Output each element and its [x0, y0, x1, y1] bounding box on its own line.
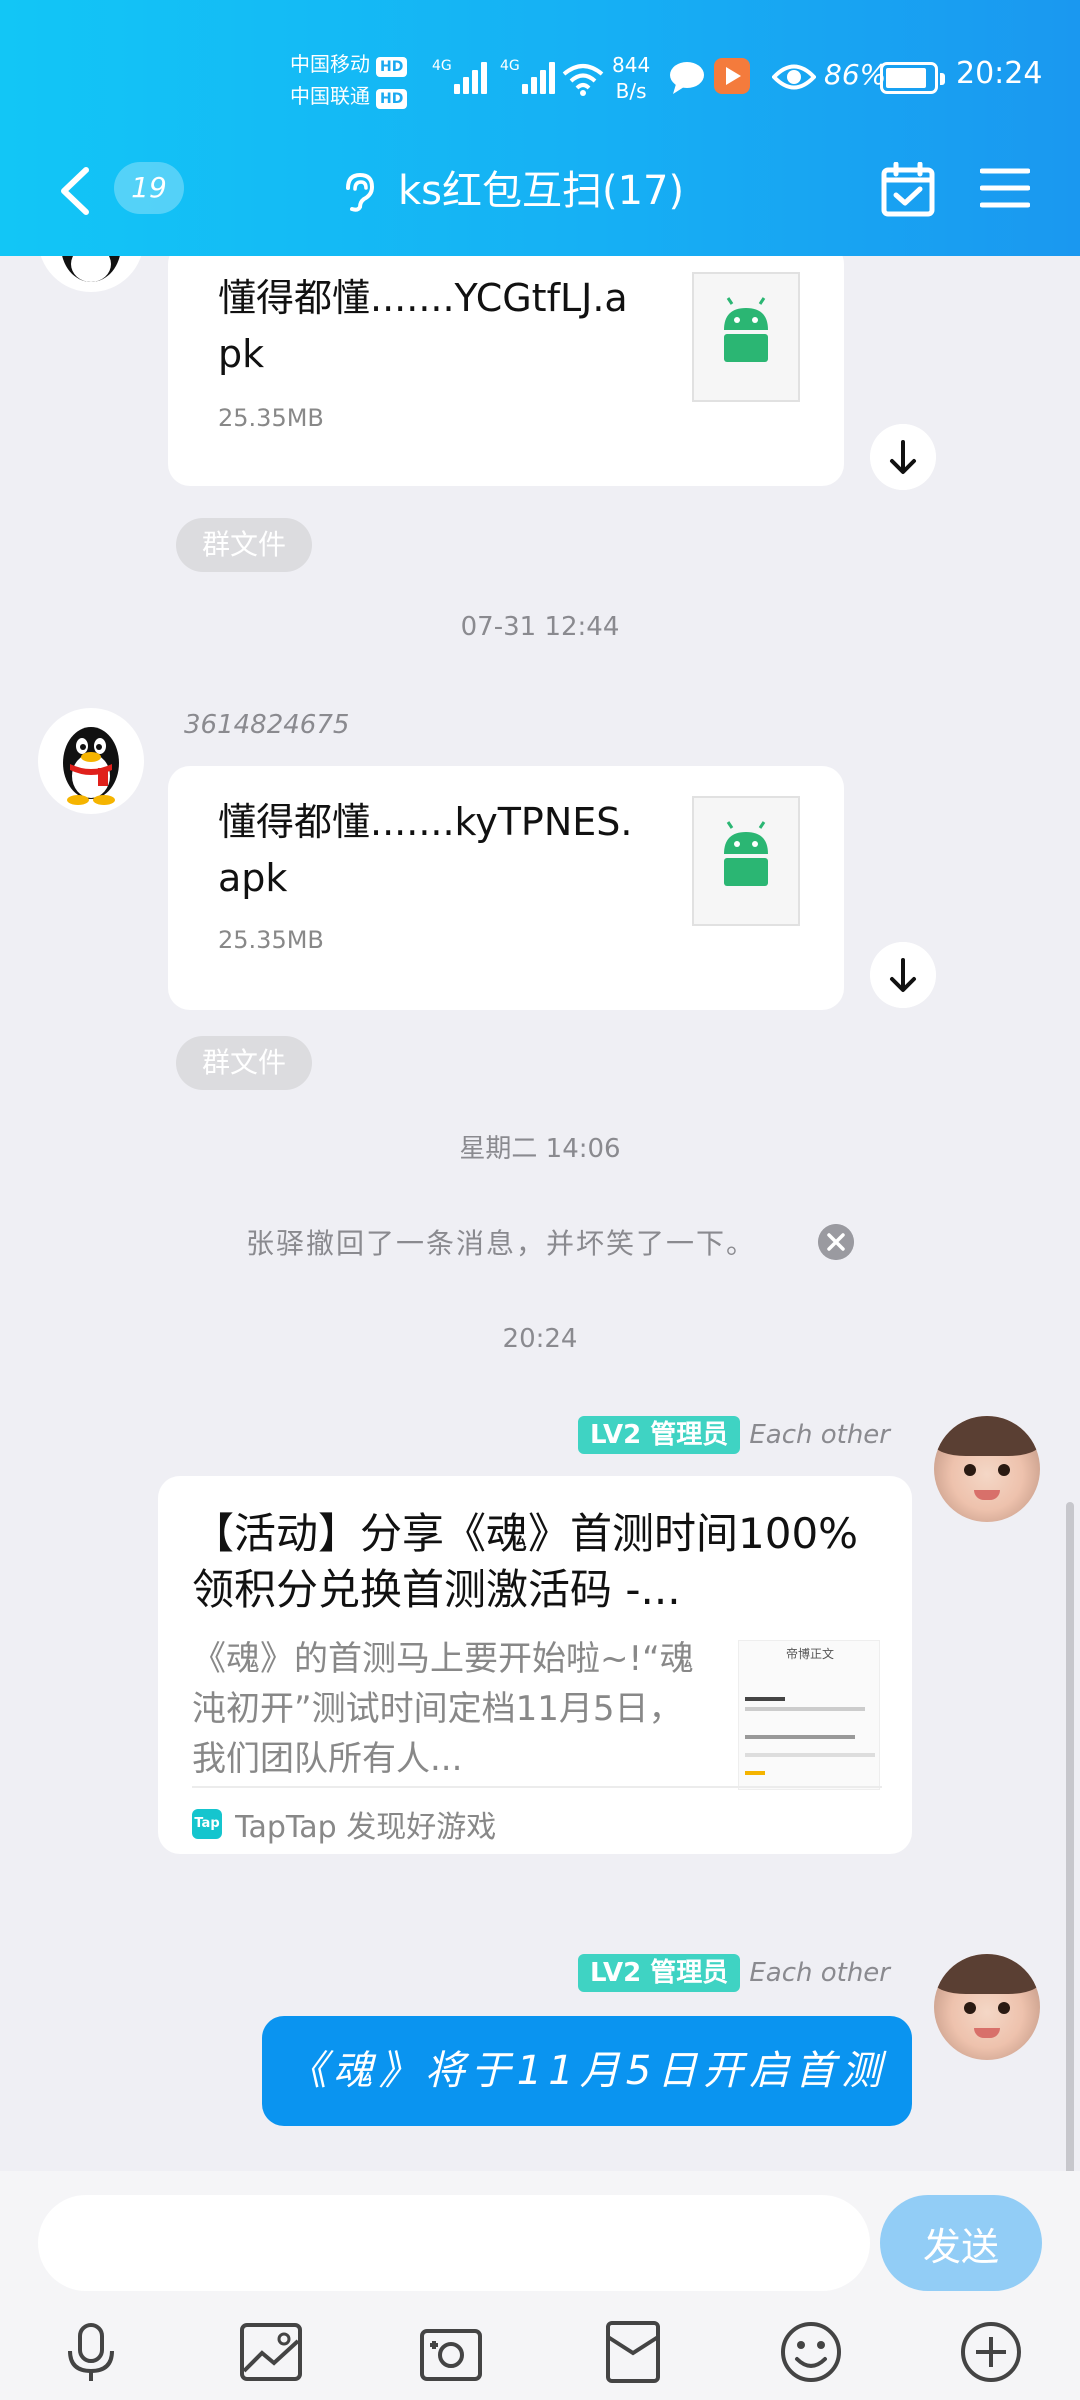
input-area: 发送: [0, 2171, 1080, 2400]
penguin-avatar-icon: [62, 256, 120, 282]
status-bar: 中国移动 HD 中国联通 HD 4G 4G 844 B/s 86% 20:24: [0, 40, 1080, 120]
camera-icon[interactable]: [418, 2319, 484, 2385]
timestamp: 星期二 14:06: [459, 1134, 621, 1164]
penguin-avatar-icon: [63, 727, 119, 805]
red-packet-icon[interactable]: [600, 2319, 666, 2385]
file-size: 25.35MB: [218, 404, 324, 432]
group-file-tag[interactable]: 群文件: [176, 1036, 312, 1090]
net-speed-unit: B/s: [615, 79, 647, 103]
scrollbar[interactable]: [1066, 1502, 1074, 2171]
message-icon: [670, 62, 704, 94]
system-message: 张驿撤回了一条消息，并坏笑了一下。: [246, 1227, 757, 1260]
file-name: 懂得都懂.......YCGtfLJ.apk: [218, 276, 628, 376]
text-message-bubble[interactable]: 《魂》将于11月5日开启首测: [262, 2016, 912, 2126]
calendar-check-icon[interactable]: [880, 162, 936, 218]
group-file-tag[interactable]: 群文件: [176, 518, 312, 572]
sender-name[interactable]: 3614824675: [184, 710, 349, 740]
link-description: 《魂》的首测马上要开始啦~!“魂沌初开”测试时间定档11月5日，我们团队所有人.…: [192, 1639, 694, 1779]
carrier-2: 中国联通: [290, 84, 370, 108]
sender-info[interactable]: LV2 管理员 Each other: [577, 1954, 890, 1994]
timestamp: 20:24: [502, 1324, 578, 1354]
avatar[interactable]: [38, 708, 144, 814]
image-icon[interactable]: [238, 2319, 304, 2385]
close-icon[interactable]: [818, 1224, 854, 1260]
download-icon[interactable]: [870, 942, 936, 1008]
carrier-info: 中国移动 HD 中国联通 HD: [290, 48, 408, 112]
taptap-logo-icon: Tap: [192, 1809, 222, 1839]
ear-icon: [346, 172, 375, 212]
avatar[interactable]: [934, 1416, 1040, 1522]
network-type-1: 4G: [432, 58, 452, 74]
avatar[interactable]: [38, 256, 144, 292]
battery-icon: [880, 62, 945, 94]
chat-area[interactable]: 懂得都懂.......YCGtfLJ.apk 25.35MB 群文件 07-31…: [0, 256, 1080, 2171]
wifi-icon: [562, 64, 604, 96]
file-size: 25.35MB: [218, 926, 324, 954]
signal-icon: [452, 60, 492, 94]
emoji-icon[interactable]: [778, 2319, 844, 2385]
link-title: 【活动】分享《魂》首测时间100%领积分兑换首测激活码 -...: [192, 1509, 859, 1614]
nav-bar: 19 ks红包互扫(17): [0, 140, 1080, 240]
sender-name: Each other: [749, 1958, 890, 1988]
file-message-card[interactable]: 懂得都懂.......kyTPNES.apk 25.35MB: [168, 766, 844, 1010]
plus-icon[interactable]: [958, 2319, 1024, 2385]
back-arrow-icon[interactable]: [56, 166, 96, 216]
link-thumbnail: 帝博正文: [738, 1640, 880, 1790]
microphone-icon[interactable]: [58, 2319, 124, 2385]
timestamp: 07-31 12:44: [460, 612, 620, 642]
net-speed-value: 844: [612, 53, 651, 77]
video-app-icon: [714, 58, 750, 94]
android-icon: [724, 821, 768, 886]
admin-badge: LV2 管理员: [577, 1954, 741, 1992]
apk-thumbnail: [692, 272, 800, 402]
network-type-2: 4G: [500, 58, 520, 74]
chat-title-text: ks红包互扫(17): [398, 168, 685, 214]
signal-icon: [520, 60, 560, 94]
admin-badge: LV2 管理员: [577, 1416, 741, 1454]
carrier-1: 中国移动: [290, 52, 370, 76]
link-share-card[interactable]: 【活动】分享《魂》首测时间100%领积分兑换首测激活码 -... 《魂》的首测马…: [158, 1476, 912, 1854]
eye-icon: [772, 64, 816, 90]
link-footer: Tap TapTap 发现好游戏: [192, 1786, 882, 1846]
avatar[interactable]: [934, 1954, 1040, 2060]
link-source: TapTap 发现好游戏: [235, 1810, 497, 1845]
hd-badge: HD: [376, 57, 408, 77]
android-icon: [724, 297, 768, 362]
clock: 20:24: [956, 56, 1043, 91]
net-speed: 844 B/s: [612, 52, 650, 104]
file-message-card[interactable]: 懂得都懂.......YCGtfLJ.apk 25.35MB: [168, 256, 844, 486]
link-thumbnail-title: 帝博正文: [785, 1647, 834, 1661]
unread-count-badge[interactable]: 19: [114, 162, 184, 214]
sender-info[interactable]: LV2 管理员 Each other: [577, 1416, 890, 1456]
sender-name: Each other: [749, 1420, 890, 1450]
download-icon[interactable]: [870, 424, 936, 490]
send-button[interactable]: 发送: [880, 2195, 1042, 2291]
apk-thumbnail: [692, 796, 800, 926]
battery-percent: 86%: [824, 58, 887, 91]
file-name: 懂得都懂.......kyTPNES.apk: [218, 800, 633, 900]
hd-badge: HD: [376, 89, 408, 109]
header: 中国移动 HD 中国联通 HD 4G 4G 844 B/s 86% 20:24 …: [0, 0, 1080, 256]
menu-icon[interactable]: [980, 166, 1030, 210]
message-input[interactable]: [38, 2195, 870, 2291]
